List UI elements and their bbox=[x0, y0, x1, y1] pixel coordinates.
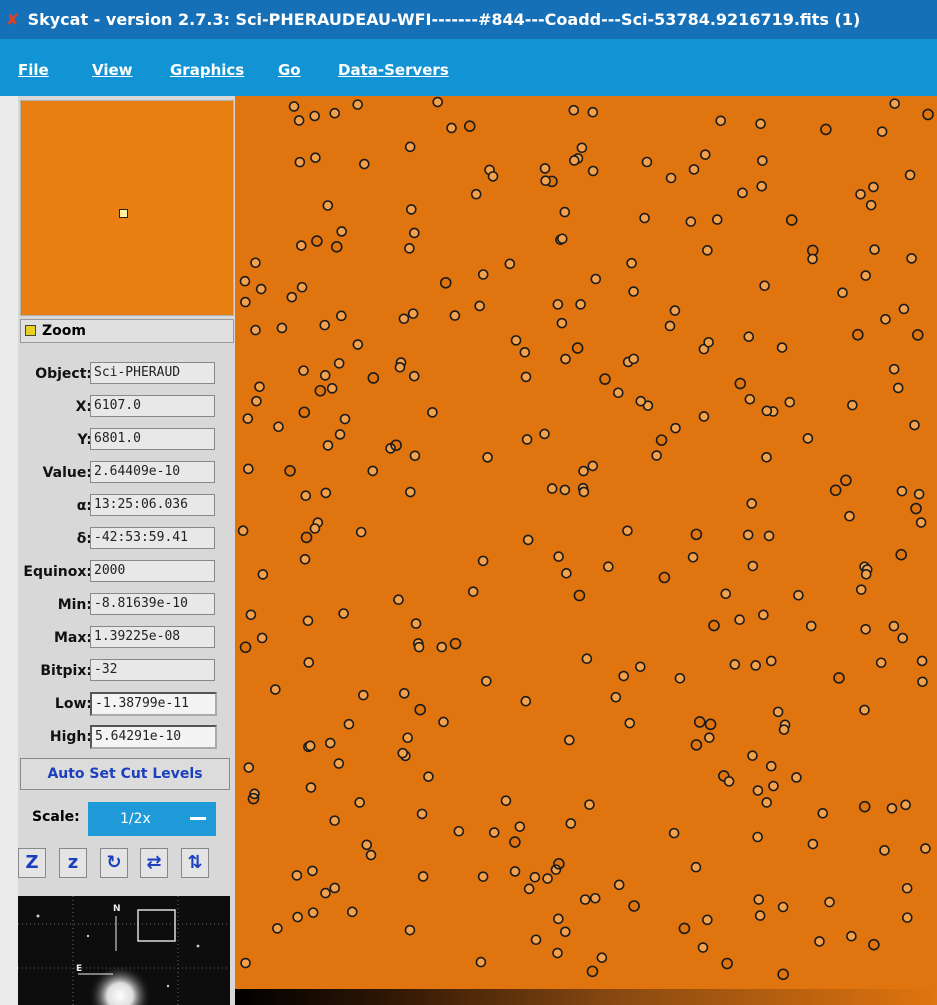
bitpix-field: -32 bbox=[90, 659, 215, 681]
object-field: Sci-PHERAUD bbox=[90, 362, 215, 384]
pan-east-label: E bbox=[76, 964, 83, 974]
min-row: Min: -8.81639e-10 bbox=[18, 593, 235, 619]
scale-select[interactable]: 1/2x bbox=[88, 802, 216, 836]
menu-go[interactable]: Go bbox=[278, 61, 301, 79]
delta-row: δ: -42:53:59.41 bbox=[18, 527, 235, 553]
pan-image bbox=[18, 896, 230, 1005]
menu-graphics[interactable]: Graphics bbox=[170, 61, 244, 79]
alpha-row: α: 13:25:06.036 bbox=[18, 494, 235, 520]
delta-field: -42:53:59.41 bbox=[90, 527, 215, 549]
bitpix-row: Bitpix: -32 bbox=[18, 659, 235, 685]
app-icon: ✘ bbox=[6, 10, 20, 29]
max-row: Max: 1.39225e-08 bbox=[18, 626, 235, 652]
y-row: Y: 6801.0 bbox=[18, 428, 235, 454]
menu-bar: File View Graphics Go Data-Servers bbox=[0, 39, 937, 96]
pan-north-label: N bbox=[113, 904, 121, 914]
low-row: Low: -1.38799e-11 bbox=[18, 692, 235, 718]
max-field: 1.39225e-08 bbox=[90, 626, 215, 648]
scale-label: Scale: bbox=[32, 809, 80, 825]
rotate-button[interactable]: ↻ bbox=[100, 848, 128, 878]
zoom-in-button[interactable]: Z bbox=[18, 848, 46, 878]
zoom-cursor-marker bbox=[119, 209, 128, 218]
scale-value: 1/2x bbox=[120, 811, 151, 827]
flip-x-button[interactable]: ⇄ bbox=[140, 848, 168, 878]
equinox-field: 2000 bbox=[90, 560, 215, 582]
y-field: 6801.0 bbox=[90, 428, 215, 450]
catalog-overlay bbox=[237, 96, 934, 981]
main-image-canvas[interactable] bbox=[235, 96, 937, 989]
window-title: Skycat - version 2.7.3: Sci-PHERAUDEAU-W… bbox=[27, 10, 861, 29]
alpha-field: 13:25:06.036 bbox=[90, 494, 215, 516]
menu-file[interactable]: File bbox=[18, 61, 49, 79]
window-title-bar: ✘ Skycat - version 2.7.3: Sci-PHERAUDEAU… bbox=[0, 0, 937, 39]
high-input[interactable]: 5.64291e-10 bbox=[90, 725, 217, 749]
auto-set-cut-levels-button[interactable]: Auto Set Cut Levels bbox=[20, 758, 230, 790]
zoom-checkbox[interactable] bbox=[25, 325, 36, 336]
x-row: X: 6107.0 bbox=[18, 395, 235, 421]
value-row: Value: 2.64409e-10 bbox=[18, 461, 235, 487]
flip-y-button[interactable]: ⇅ bbox=[181, 848, 209, 878]
control-panel: Zoom Object: Sci-PHERAUD X: 6107.0 Y: 68… bbox=[18, 96, 235, 1005]
zoom-window[interactable] bbox=[20, 100, 234, 316]
zoom-out-button[interactable]: z bbox=[59, 848, 87, 878]
min-field: -8.81639e-10 bbox=[90, 593, 215, 615]
menu-view[interactable]: View bbox=[92, 61, 133, 79]
object-row: Object: Sci-PHERAUD bbox=[18, 362, 235, 388]
high-row: High: 5.64291e-10 bbox=[18, 725, 235, 751]
menu-data-servers[interactable]: Data-Servers bbox=[338, 61, 449, 79]
colorbar[interactable] bbox=[235, 989, 937, 1005]
pan-window[interactable]: N E bbox=[18, 896, 230, 1005]
dropdown-icon bbox=[190, 817, 206, 820]
value-field: 2.64409e-10 bbox=[90, 461, 215, 483]
equinox-row: Equinox: 2000 bbox=[18, 560, 235, 586]
x-field: 6107.0 bbox=[90, 395, 215, 417]
low-input[interactable]: -1.38799e-11 bbox=[90, 692, 217, 716]
zoom-toggle[interactable]: Zoom bbox=[20, 319, 234, 343]
left-margin bbox=[0, 96, 18, 1005]
